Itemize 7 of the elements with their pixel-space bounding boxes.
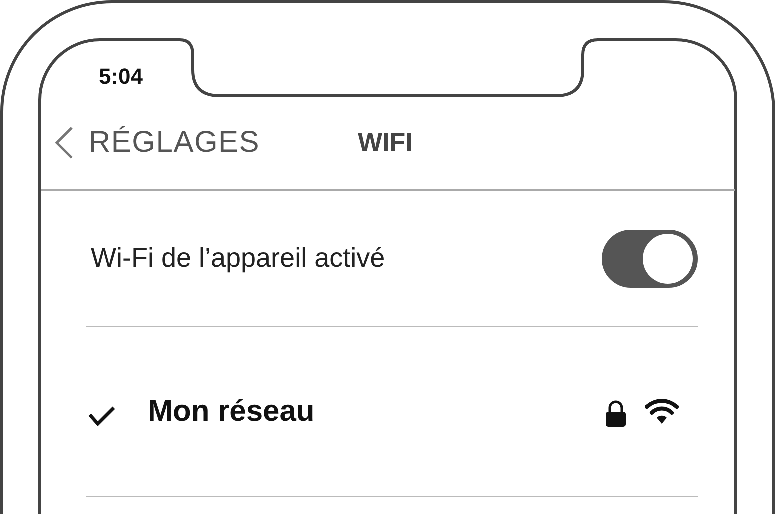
back-button[interactable]: RÉGLAGES [54, 120, 358, 165]
network-name[interactable]: Mon réseau [148, 389, 605, 434]
setting-label: Wi-Fi de l’appareil activé [91, 242, 386, 276]
status-time: 5:04 [99, 64, 144, 89]
chevron-left-icon [54, 126, 74, 160]
screen-title: WIFI [358, 126, 413, 159]
wifi-signal-icon [645, 398, 679, 424]
